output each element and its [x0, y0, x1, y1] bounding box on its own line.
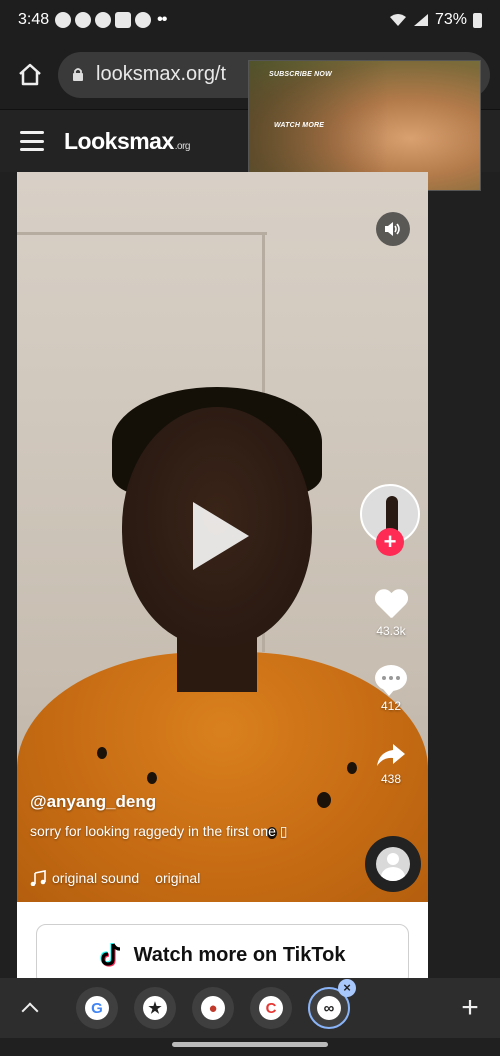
youtube-icon: [115, 12, 132, 28]
shirt-hole: [97, 747, 107, 759]
like-count: 43.3k: [376, 624, 406, 638]
ad-subscribe-label[interactable]: SUBSCRIBE NOW: [269, 71, 332, 78]
sound-label: original sound: [52, 870, 140, 886]
follow-button[interactable]: +: [376, 528, 404, 556]
share-button[interactable]: 438: [366, 742, 416, 786]
app-icon: [135, 12, 152, 28]
user-avatar-icon: [376, 847, 410, 881]
tab-3[interactable]: ●: [192, 987, 234, 1029]
c-logo-icon: C: [259, 996, 283, 1020]
watch-more-label: Watch more on TikTok: [133, 943, 346, 966]
expand-tabs-button[interactable]: [0, 999, 60, 1020]
home-button[interactable]: [10, 55, 50, 95]
browser-tab-bar: G ★ ● C ∞ × +: [0, 978, 500, 1038]
site-favicon-icon: ∞: [317, 996, 341, 1020]
tab-active[interactable]: ∞ ×: [308, 979, 356, 1029]
snapchat-icon: [95, 12, 112, 28]
chat-icon: ●: [201, 996, 225, 1020]
status-bar: 3:48 •• 73%: [0, 0, 500, 40]
more-notifications-icon: ••: [157, 11, 167, 28]
door-frame: [17, 232, 267, 235]
status-right: 73%: [389, 11, 482, 29]
whatsapp-icon: [75, 12, 92, 28]
shirt-hole: [147, 772, 157, 784]
play-icon[interactable]: [193, 502, 249, 570]
video-username[interactable]: @anyang_deng: [30, 792, 156, 812]
shirt-hole: [317, 792, 331, 808]
share-icon: [377, 744, 405, 766]
site-logo[interactable]: Looksmax.org: [64, 127, 191, 155]
chevron-up-icon: [21, 1002, 39, 1020]
google-icon: G: [85, 996, 109, 1020]
menu-button[interactable]: [20, 131, 44, 151]
comment-count: 412: [380, 699, 402, 713]
logo-main: Looksmax: [64, 127, 174, 154]
url-text: looksmax.org/t: [96, 63, 227, 85]
wifi-icon: [389, 14, 406, 26]
comment-button[interactable]: 412: [366, 665, 416, 713]
comment-icon: [375, 665, 407, 696]
sound-label-2: original: [155, 870, 201, 886]
close-tab-icon[interactable]: ×: [338, 979, 356, 997]
tab-2[interactable]: ★: [134, 987, 176, 1029]
tiktok-video-player[interactable]: + 43.3k 412 438 @anyang_deng sorry for l…: [17, 172, 428, 902]
menu-bar: [20, 139, 44, 143]
ad-watch-more-label[interactable]: WATCH MORE: [274, 122, 324, 129]
screen: 3:48 •• 73% looksmax.org/t Looksmax.org …: [0, 0, 500, 1056]
status-time: 3:48: [18, 11, 50, 28]
menu-bar: [20, 148, 44, 151]
heart-icon: [374, 590, 408, 620]
new-tab-button[interactable]: +: [440, 991, 500, 1025]
speaker-icon: [385, 222, 400, 236]
chrome-icon: [55, 12, 72, 28]
video-caption: sorry for looking raggedy in the first o…: [30, 823, 288, 839]
lock-icon: [73, 68, 83, 81]
share-count: 438: [380, 772, 402, 786]
battery-icon: [473, 12, 482, 28]
battery-percent: 73%: [434, 11, 467, 28]
menu-bar: [20, 131, 44, 134]
tab-4[interactable]: C: [250, 987, 292, 1029]
gesture-nav-bar[interactable]: [172, 1042, 328, 1047]
sound-disc-avatar[interactable]: [365, 836, 421, 892]
shirt-hole: [347, 762, 357, 774]
signal-icon: [413, 14, 428, 26]
like-button[interactable]: 43.3k: [366, 590, 416, 638]
sound-toggle-button[interactable]: [376, 212, 410, 246]
sound-info[interactable]: original sound original: [30, 870, 200, 886]
music-note-icon: [30, 870, 46, 886]
status-notification-icons: [55, 12, 152, 28]
tab-google[interactable]: G: [76, 987, 118, 1029]
home-icon: [19, 63, 41, 85]
cat-face-icon: ★: [143, 996, 167, 1020]
logo-sub: .org: [174, 140, 191, 152]
watch-more-tiktok-button[interactable]: Watch more on TikTok: [36, 924, 409, 986]
tiktok-logo-icon: [99, 943, 120, 967]
